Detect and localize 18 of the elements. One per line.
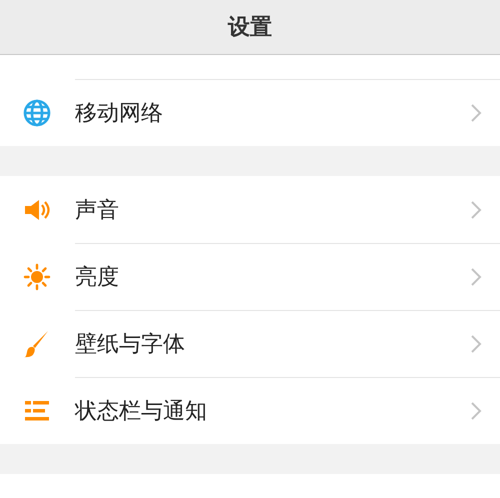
settings-row[interactable]: 状态栏与通知 bbox=[0, 377, 500, 444]
row-label: 声音 bbox=[75, 196, 120, 224]
chevron-icon bbox=[470, 334, 482, 354]
row-label: 移动网络 bbox=[75, 100, 164, 128]
settings-row[interactable]: 亮度 bbox=[0, 243, 500, 310]
globe-icon bbox=[22, 98, 52, 128]
row-label: 壁纸与字体 bbox=[75, 330, 186, 358]
row-label: 状态栏与通知 bbox=[75, 398, 208, 426]
settings-row[interactable]: 声音 bbox=[0, 176, 500, 243]
chevron-icon bbox=[470, 400, 482, 420]
sun-icon bbox=[22, 262, 52, 292]
settings-row[interactable]: 移动网络 bbox=[0, 79, 500, 146]
settings-row[interactable]: 壁纸与字体 bbox=[0, 310, 500, 377]
page-title: 设置 bbox=[228, 14, 272, 42]
chevron-icon bbox=[470, 102, 482, 122]
chevron-icon bbox=[470, 200, 482, 220]
chevron-icon bbox=[470, 266, 482, 286]
row-label: 亮度 bbox=[75, 264, 120, 292]
